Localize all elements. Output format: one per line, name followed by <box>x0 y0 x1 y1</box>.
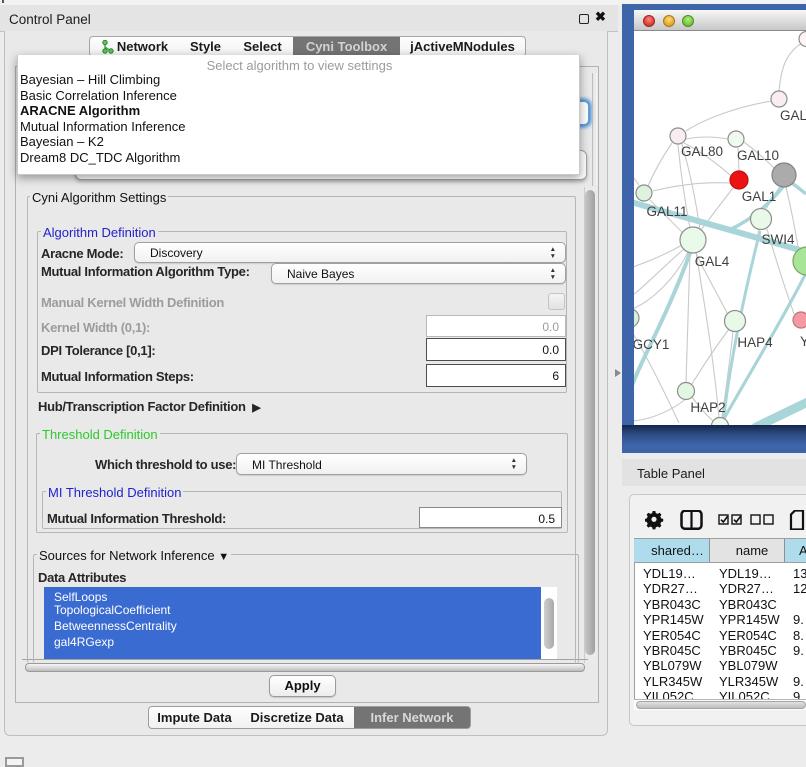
svg-text:SWI4: SWI4 <box>761 232 794 247</box>
svg-text:Y: Y <box>800 334 806 349</box>
svg-text:GCY1: GCY1 <box>634 337 669 352</box>
svg-text:GAL4: GAL4 <box>695 254 730 269</box>
svg-text:GAL1: GAL1 <box>742 189 777 204</box>
svg-text:HAP4: HAP4 <box>737 335 773 350</box>
svg-text:GAL80: GAL80 <box>681 144 723 159</box>
svg-text:GAL: GAL <box>780 108 806 123</box>
svg-text:HAP2: HAP2 <box>690 400 725 415</box>
svg-text:GAL11: GAL11 <box>646 204 687 219</box>
svg-text:GAL10: GAL10 <box>737 148 779 163</box>
